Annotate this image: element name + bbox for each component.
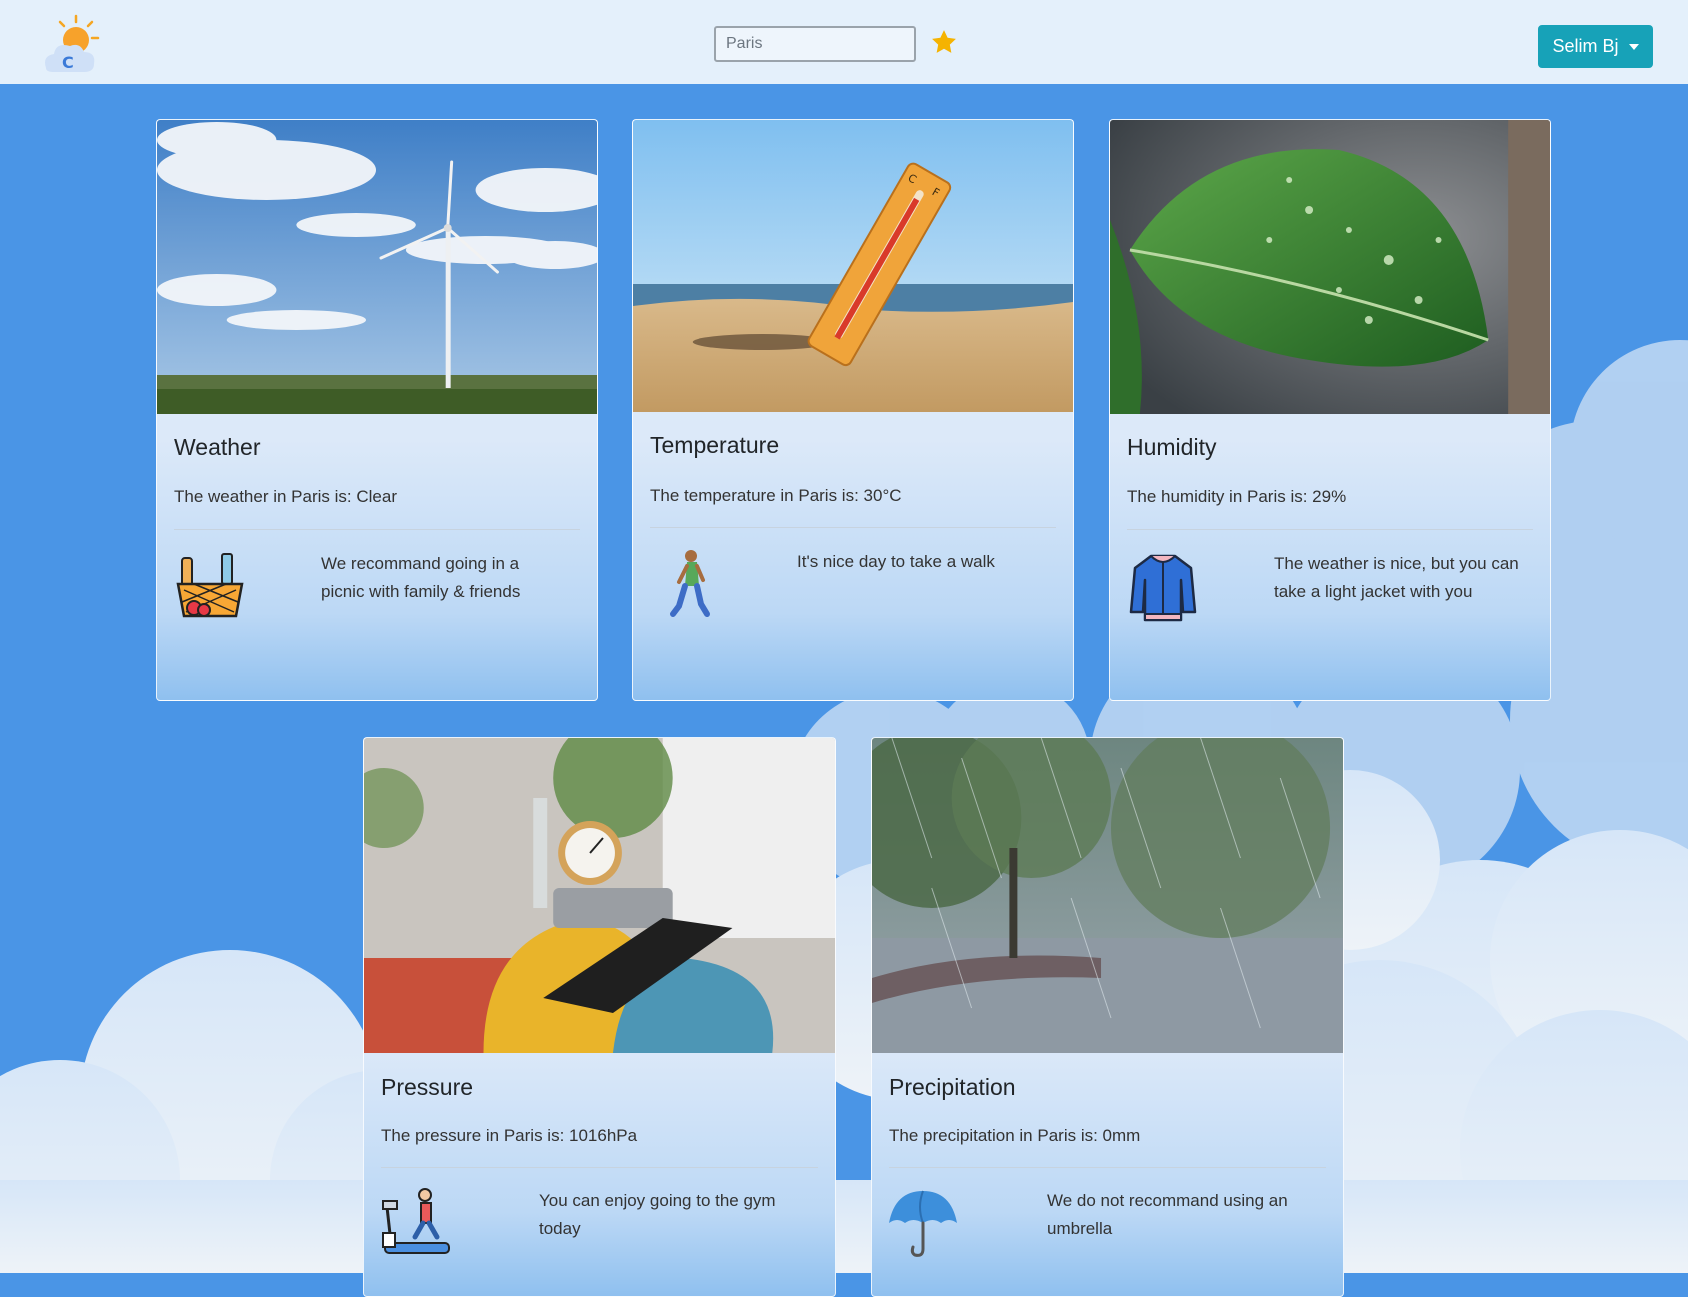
temperature-card: C F Temperature The temperature in Paris… (632, 119, 1074, 701)
humidity-tip-text: The weather is nice, but you can take a … (1274, 554, 1519, 601)
card-divider (1127, 529, 1533, 530)
weather-tip-text: We recommand going in a picnic with fami… (321, 554, 521, 601)
thermometer-on-beach-photo: C F (633, 120, 1073, 412)
humidity-card: Humidity The humidity in Paris is: 29% T… (1109, 119, 1551, 701)
wet-leaf-photo (1110, 120, 1550, 414)
card-divider (174, 529, 580, 530)
svg-text:C: C (62, 53, 74, 72)
app-logo-sun-cloud-icon[interactable]: C (40, 14, 102, 76)
card-divider (650, 527, 1056, 528)
pressure-tip-text: You can enjoy going to the gym today (539, 1191, 776, 1238)
card-title: Pressure (381, 1074, 474, 1100)
card-title: Temperature (650, 432, 780, 458)
card-divider (889, 1167, 1326, 1168)
card-divider (381, 1167, 818, 1168)
precipitation-card: Precipitation The precipitation in Paris… (871, 737, 1344, 1297)
temperature-value-text: The temperature in Paris is: 30°C (650, 486, 902, 505)
walking-person-icon (670, 550, 710, 617)
pressure-value-text: The pressure in Paris is: 1016hPa (381, 1126, 638, 1145)
chevron-down-icon (1628, 43, 1639, 50)
user-menu-button[interactable]: Selim Bj (1538, 25, 1653, 68)
pressure-card: Pressure The pressure in Paris is: 1016h… (363, 737, 836, 1297)
precipitation-tip-text: We do not recommand using an umbrella (1047, 1191, 1288, 1238)
user-name-label: Selim Bj (1552, 36, 1619, 56)
temperature-tip-text: It's nice day to take a walk (797, 552, 995, 571)
rainy-street-photo (872, 738, 1343, 1053)
card-title: Weather (174, 434, 261, 460)
card-title: Humidity (1127, 434, 1217, 460)
humidity-value-text: The humidity in Paris is: 29% (1127, 487, 1347, 506)
wind-turbine-photo (157, 120, 597, 414)
precipitation-value-text: The precipitation in Paris is: 0mm (889, 1126, 1141, 1145)
weather-value-text: The weather in Paris is: Clear (174, 487, 397, 506)
card-title: Precipitation (889, 1074, 1016, 1100)
city-search-input[interactable] (714, 26, 916, 62)
favorite-star-icon[interactable] (930, 28, 958, 56)
umbrella-icon (889, 1190, 957, 1257)
pressure-gauge-photo (364, 738, 835, 1053)
weather-card: Weather The weather in Paris is: Clear W… (156, 119, 598, 701)
jacket-icon (1129, 554, 1197, 622)
treadmill-icon (382, 1188, 450, 1254)
picnic-basket-icon (176, 553, 244, 618)
top-navbar: C Selim Bj (0, 0, 1688, 84)
